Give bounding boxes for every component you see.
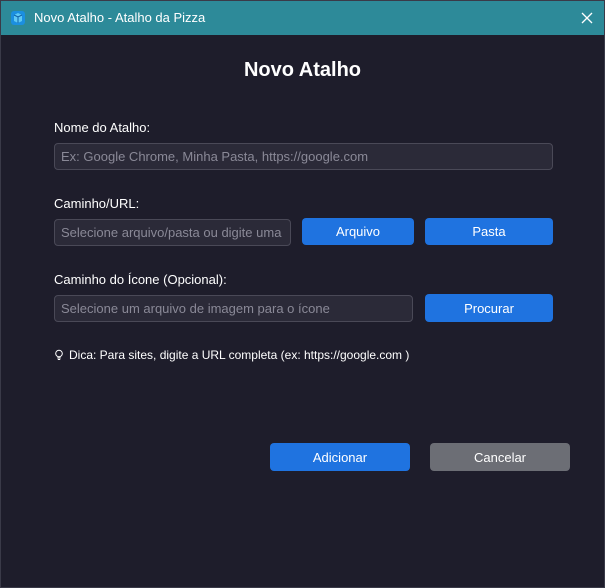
dialog-heading: Novo Atalho (243, 59, 362, 81)
tip-text: Dica: Para sites, digite a URL completa … (69, 348, 410, 362)
close-icon (581, 12, 593, 24)
shortcut-name-input[interactable] (54, 143, 553, 170)
tip-line: Dica: Para sites, digite a URL completa … (54, 348, 409, 362)
close-button[interactable] (570, 1, 604, 35)
path-url-label: Caminho/URL: (54, 196, 140, 211)
browse-button[interactable]: Procurar (425, 294, 553, 322)
path-url-input[interactable] (54, 219, 291, 246)
cancel-button[interactable]: Cancelar (430, 443, 570, 471)
icon-path-input[interactable] (54, 295, 413, 322)
title-bar[interactable]: Novo Atalho - Atalho da Pizza (1, 1, 604, 35)
app-cube-icon (11, 11, 25, 25)
add-button[interactable]: Adicionar (270, 443, 410, 471)
icon-path-label: Caminho do Ícone (Opcional): (54, 272, 227, 287)
file-button[interactable]: Arquivo (302, 218, 414, 245)
folder-button[interactable]: Pasta (425, 218, 553, 245)
window-title: Novo Atalho - Atalho da Pizza (34, 10, 206, 25)
dialog-window: Novo Atalho - Atalho da Pizza Novo Atalh… (0, 0, 605, 588)
lightbulb-icon (55, 349, 63, 360)
shortcut-name-label: Nome do Atalho: (54, 120, 151, 135)
